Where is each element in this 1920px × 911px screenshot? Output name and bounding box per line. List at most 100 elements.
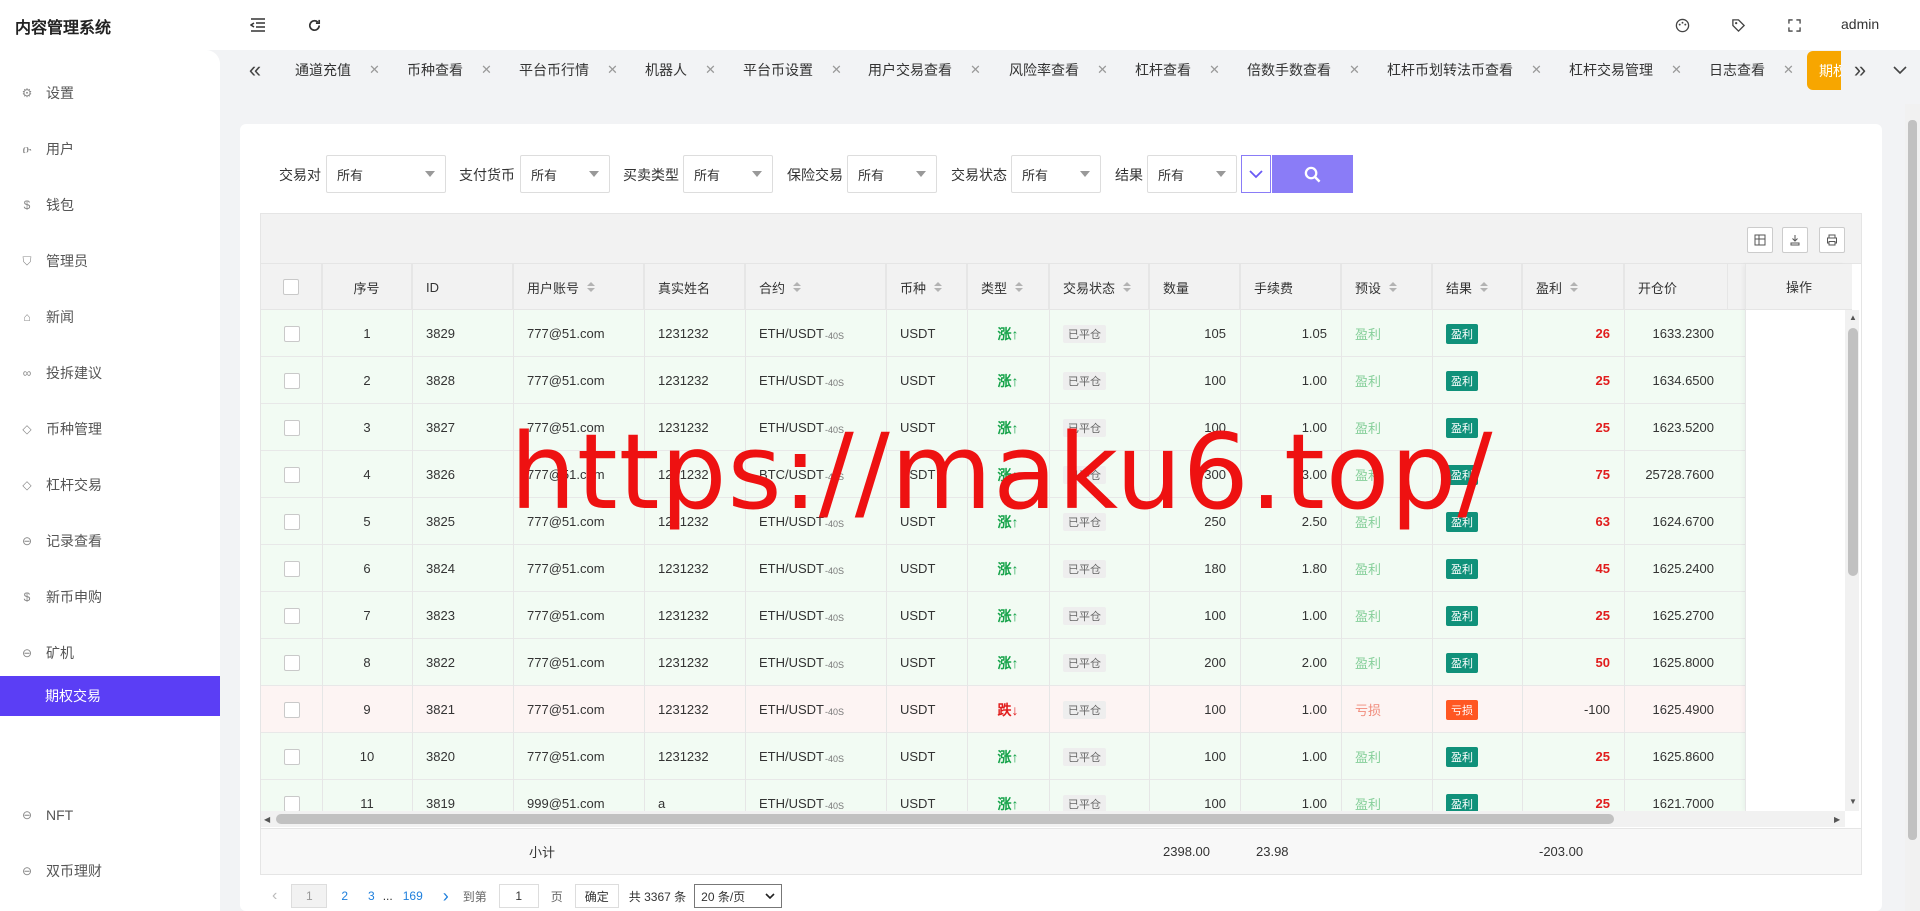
tab[interactable]: 杠杆查看 ✕ bbox=[1135, 50, 1220, 90]
column-header[interactable]: 盈利 bbox=[1522, 264, 1624, 310]
search-button[interactable] bbox=[1272, 155, 1353, 193]
page-2[interactable]: 2 bbox=[341, 889, 348, 903]
tab-close-icon[interactable]: ✕ bbox=[831, 62, 842, 78]
tab-close-icon[interactable]: ✕ bbox=[1783, 62, 1794, 78]
column-header[interactable]: 合约 bbox=[745, 264, 886, 310]
sidebar-item[interactable]: ◇ 币种管理 bbox=[0, 414, 220, 444]
sidebar-item[interactable]: ∞ 投拆建议 bbox=[0, 358, 220, 388]
goto-confirm-button[interactable]: 确定 bbox=[574, 884, 619, 908]
row-checkbox[interactable] bbox=[283, 419, 300, 436]
page-vertical-scroll-thumb[interactable] bbox=[1908, 120, 1917, 840]
tab-close-icon[interactable]: ✕ bbox=[607, 62, 618, 78]
row-checkbox[interactable] bbox=[283, 654, 300, 671]
scroll-up-arrow-icon[interactable]: ▲ bbox=[1849, 313, 1857, 322]
column-header[interactable]: 币种 bbox=[886, 264, 967, 310]
fullscreen-icon[interactable] bbox=[1783, 14, 1805, 36]
sort-icon[interactable] bbox=[793, 282, 802, 292]
row-checkbox[interactable] bbox=[283, 795, 300, 812]
sidebar-item[interactable]: ⊖ 双币理财 bbox=[0, 856, 220, 886]
sort-icon[interactable] bbox=[934, 282, 943, 292]
tab[interactable]: 平台币行情 ✕ bbox=[519, 50, 618, 90]
tab[interactable]: 倍数手数查看 ✕ bbox=[1247, 50, 1360, 90]
sidebar-item[interactable]: ◇ 杠杆交易 bbox=[0, 470, 220, 500]
tab[interactable]: 通道充值 ✕ bbox=[295, 50, 380, 90]
column-header[interactable]: 交易状态 bbox=[1049, 264, 1149, 310]
filter-select[interactable]: 所有 bbox=[326, 155, 446, 193]
row-checkbox[interactable] bbox=[283, 748, 300, 765]
tag-icon[interactable] bbox=[1727, 14, 1749, 36]
sidebar-item[interactable]: ⊖ NFT bbox=[0, 800, 220, 830]
select-all-checkbox[interactable] bbox=[283, 279, 299, 295]
page-size-select[interactable]: 20 条/页 bbox=[694, 884, 783, 908]
tab-close-icon[interactable]: ✕ bbox=[970, 62, 981, 78]
sort-icon[interactable] bbox=[1389, 282, 1398, 292]
sort-icon[interactable] bbox=[1015, 282, 1024, 292]
sidebar-item[interactable]: $ 钱包 bbox=[0, 190, 220, 220]
collapse-menu-icon[interactable] bbox=[247, 14, 269, 36]
page-3[interactable]: 3 bbox=[368, 889, 375, 903]
table-vertical-scroll-thumb[interactable] bbox=[1848, 328, 1858, 576]
goto-page-input[interactable]: 1 bbox=[498, 884, 539, 908]
sort-icon[interactable] bbox=[1570, 282, 1579, 292]
print-icon[interactable] bbox=[1819, 227, 1845, 253]
columns-filter-icon[interactable] bbox=[1747, 227, 1773, 253]
page-last[interactable]: 169 bbox=[403, 889, 423, 903]
theme-palette-icon[interactable] bbox=[1671, 14, 1693, 36]
sidebar-item-options-trading[interactable]: 期权交易 bbox=[0, 676, 220, 716]
sidebar-item[interactable]: ⌂ 新闻 bbox=[0, 302, 220, 332]
page-1[interactable]: 1 bbox=[291, 884, 328, 908]
sort-icon[interactable] bbox=[1123, 282, 1132, 292]
row-checkbox[interactable] bbox=[283, 560, 300, 577]
tab-close-icon[interactable]: ✕ bbox=[1209, 62, 1220, 78]
row-checkbox[interactable] bbox=[283, 325, 300, 342]
sidebar-item[interactable]: ⊖ 记录查看 bbox=[0, 526, 220, 556]
scroll-down-arrow-icon[interactable]: ▼ bbox=[1849, 797, 1857, 806]
sidebar-item[interactable]: ዑ 用户 bbox=[0, 134, 220, 164]
tabs-scroll-left-icon[interactable]: « bbox=[243, 57, 267, 82]
column-header[interactable]: 预设 bbox=[1341, 264, 1432, 310]
column-header[interactable]: 结果 bbox=[1432, 264, 1522, 310]
row-checkbox[interactable] bbox=[283, 607, 300, 624]
export-icon[interactable] bbox=[1782, 227, 1808, 253]
user-menu[interactable]: admin bbox=[1841, 16, 1879, 32]
tab-active[interactable]: 期权 bbox=[1807, 51, 1841, 90]
filter-select[interactable]: 所有 bbox=[683, 155, 773, 193]
row-checkbox[interactable] bbox=[283, 466, 300, 483]
tab[interactable]: 机器人 ✕ bbox=[645, 50, 716, 90]
tab[interactable]: 风险率查看 ✕ bbox=[1009, 50, 1108, 90]
sort-icon[interactable] bbox=[1480, 282, 1489, 292]
next-page-icon[interactable]: › bbox=[443, 886, 449, 907]
refresh-icon[interactable] bbox=[303, 14, 325, 36]
tab[interactable]: 用户交易查看 ✕ bbox=[868, 50, 981, 90]
filter-select[interactable]: 所有 bbox=[520, 155, 610, 193]
tab[interactable]: 杠杆交易管理 ✕ bbox=[1569, 50, 1682, 90]
sidebar-item[interactable]: $ 新币申购 bbox=[0, 582, 220, 612]
tab-close-icon[interactable]: ✕ bbox=[369, 62, 380, 78]
prev-page-icon[interactable]: ‹ bbox=[272, 887, 277, 905]
sort-icon[interactable] bbox=[587, 282, 596, 292]
filter-select[interactable]: 所有 bbox=[1011, 155, 1101, 193]
sidebar-item[interactable]: ⛉ 管理员 bbox=[0, 246, 220, 276]
tab-close-icon[interactable]: ✕ bbox=[481, 62, 492, 78]
filter-select[interactable]: 所有 bbox=[847, 155, 937, 193]
tabs-scroll-right-icon[interactable]: » bbox=[1848, 57, 1872, 82]
table-horizontal-scroll-thumb[interactable] bbox=[276, 814, 1614, 824]
tab-close-icon[interactable]: ✕ bbox=[1349, 62, 1360, 78]
tab-close-icon[interactable]: ✕ bbox=[705, 62, 716, 78]
row-checkbox[interactable] bbox=[283, 372, 300, 389]
row-checkbox[interactable] bbox=[283, 513, 300, 530]
scroll-left-arrow-icon[interactable]: ◀ bbox=[264, 815, 270, 824]
tab-close-icon[interactable]: ✕ bbox=[1531, 62, 1542, 78]
tabs-menu-chevron-down-icon[interactable] bbox=[1888, 58, 1912, 82]
column-header[interactable]: 类型 bbox=[967, 264, 1049, 310]
row-checkbox[interactable] bbox=[283, 701, 300, 718]
tab-close-icon[interactable]: ✕ bbox=[1097, 62, 1108, 78]
tab-close-icon[interactable]: ✕ bbox=[1671, 62, 1682, 78]
tab[interactable]: 币种查看 ✕ bbox=[407, 50, 492, 90]
tab[interactable]: 杠杆币划转法币查看 ✕ bbox=[1387, 50, 1542, 90]
scroll-right-arrow-icon[interactable]: ▶ bbox=[1834, 815, 1840, 824]
filter-select[interactable]: 所有 bbox=[1147, 155, 1237, 193]
sidebar-item[interactable]: ⚙ 设置 bbox=[0, 78, 220, 108]
tab[interactable]: 平台币设置 ✕ bbox=[743, 50, 842, 90]
tab[interactable]: 日志查看 ✕ bbox=[1709, 50, 1794, 90]
